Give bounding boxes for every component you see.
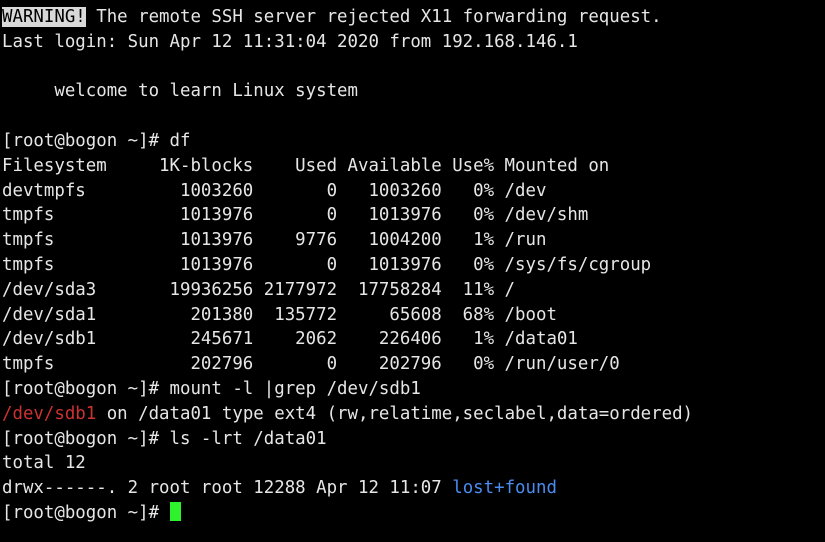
prompt-df: [root@bogon ~]# df	[2, 129, 825, 154]
df-row-sdb1-text-0: /dev/sdb1 245671 2062 226406 1% /data01	[2, 329, 578, 350]
df-row-devtmpfs: devtmpfs 1003260 0 1003260 0% /dev	[2, 179, 825, 204]
mount-output-sdb1-text-1: on /data01 type ext4 (rw,relatime,seclab…	[96, 403, 694, 424]
prompt-df-text-0: [root@bogon ~]# df	[2, 130, 191, 151]
df-row-sda3: /dev/sda3 19936256 2177972 17758284 11% …	[2, 278, 825, 303]
df-row-sda1-text-0: /dev/sda1 201380 135772 65608 68% /boot	[2, 304, 557, 325]
prompt-ls: [root@bogon ~]# ls -lrt /data01	[2, 427, 825, 452]
blank-2	[2, 104, 825, 129]
df-row-tmpfs-cgroup-text-0: tmpfs 1013976 0 1013976 0% /sys/fs/cgrou…	[2, 254, 652, 275]
df-row-tmpfs-user0-text-0: tmpfs 202796 0 202796 0% /run/user/0	[2, 354, 620, 375]
prompt-active: [root@bogon ~]#	[2, 501, 825, 526]
terminal-output[interactable]: WARNING! The remote SSH server rejected …	[0, 0, 825, 542]
df-row-sda3-text-0: /dev/sda3 19936256 2177972 17758284 11% …	[2, 279, 516, 300]
last-login-line: Last login: Sun Apr 12 11:31:04 2020 fro…	[2, 30, 825, 55]
ls-row-lost-found-text-0: drwx------. 2 root root 12288 Apr 12 11:…	[2, 478, 453, 499]
df-row-tmpfs-shm: tmpfs 1013976 0 1013976 0% /dev/shm	[2, 203, 825, 228]
prompt-mount-text-0: [root@bogon ~]# mount -l |grep /dev/sdb1	[2, 378, 421, 399]
prompt-ls-text-0: [root@bogon ~]# ls -lrt /data01	[2, 428, 327, 449]
df-row-sda1: /dev/sda1 201380 135772 65608 68% /boot	[2, 303, 825, 328]
warning-line: WARNING! The remote SSH server rejected …	[2, 5, 825, 30]
df-row-tmpfs-run-text-0: tmpfs 1013976 9776 1004200 1% /run	[2, 230, 547, 251]
warning-line-text-1: The remote SSH server rejected X11 forwa…	[85, 7, 662, 27]
df-row-tmpfs-cgroup: tmpfs 1013976 0 1013976 0% /sys/fs/cgrou…	[2, 253, 825, 278]
ls-total-line: total 12	[2, 451, 825, 476]
grep-match-highlight: /dev/sdb1	[2, 403, 97, 424]
prompt-active-text-0: [root@bogon ~]#	[2, 502, 170, 523]
df-row-tmpfs-user0: tmpfs 202796 0 202796 0% /run/user/0	[2, 352, 825, 377]
warning-badge: WARNING!	[2, 7, 86, 27]
ls-total-line-text-0: total 12	[2, 453, 86, 474]
last-login-line-text-0: Last login: Sun Apr 12 11:31:04 2020 fro…	[2, 31, 578, 52]
df-row-tmpfs-shm-text-0: tmpfs 1013976 0 1013976 0% /dev/shm	[2, 205, 589, 226]
df-header: Filesystem 1K-blocks Used Available Use%…	[2, 154, 825, 179]
mount-output-sdb1: /dev/sdb1 on /data01 type ext4 (rw,relat…	[2, 402, 825, 427]
df-row-sdb1: /dev/sdb1 245671 2062 226406 1% /data01	[2, 327, 825, 352]
ls-row-lost-found: drwx------. 2 root root 12288 Apr 12 11:…	[2, 476, 825, 501]
df-row-tmpfs-run: tmpfs 1013976 9776 1004200 1% /run	[2, 228, 825, 253]
text-cursor[interactable]	[169, 501, 182, 521]
motd-welcome-line: welcome to learn Linux system	[2, 79, 825, 104]
df-header-text-0: Filesystem 1K-blocks Used Available Use%…	[2, 155, 610, 176]
blank-1	[2, 55, 825, 80]
df-row-devtmpfs-text-0: devtmpfs 1003260 0 1003260 0% /dev	[2, 180, 547, 201]
motd-welcome-line-text-0: welcome to learn Linux system	[2, 81, 358, 102]
prompt-mount: [root@bogon ~]# mount -l |grep /dev/sdb1	[2, 377, 825, 402]
directory-name: lost+found	[452, 478, 557, 499]
